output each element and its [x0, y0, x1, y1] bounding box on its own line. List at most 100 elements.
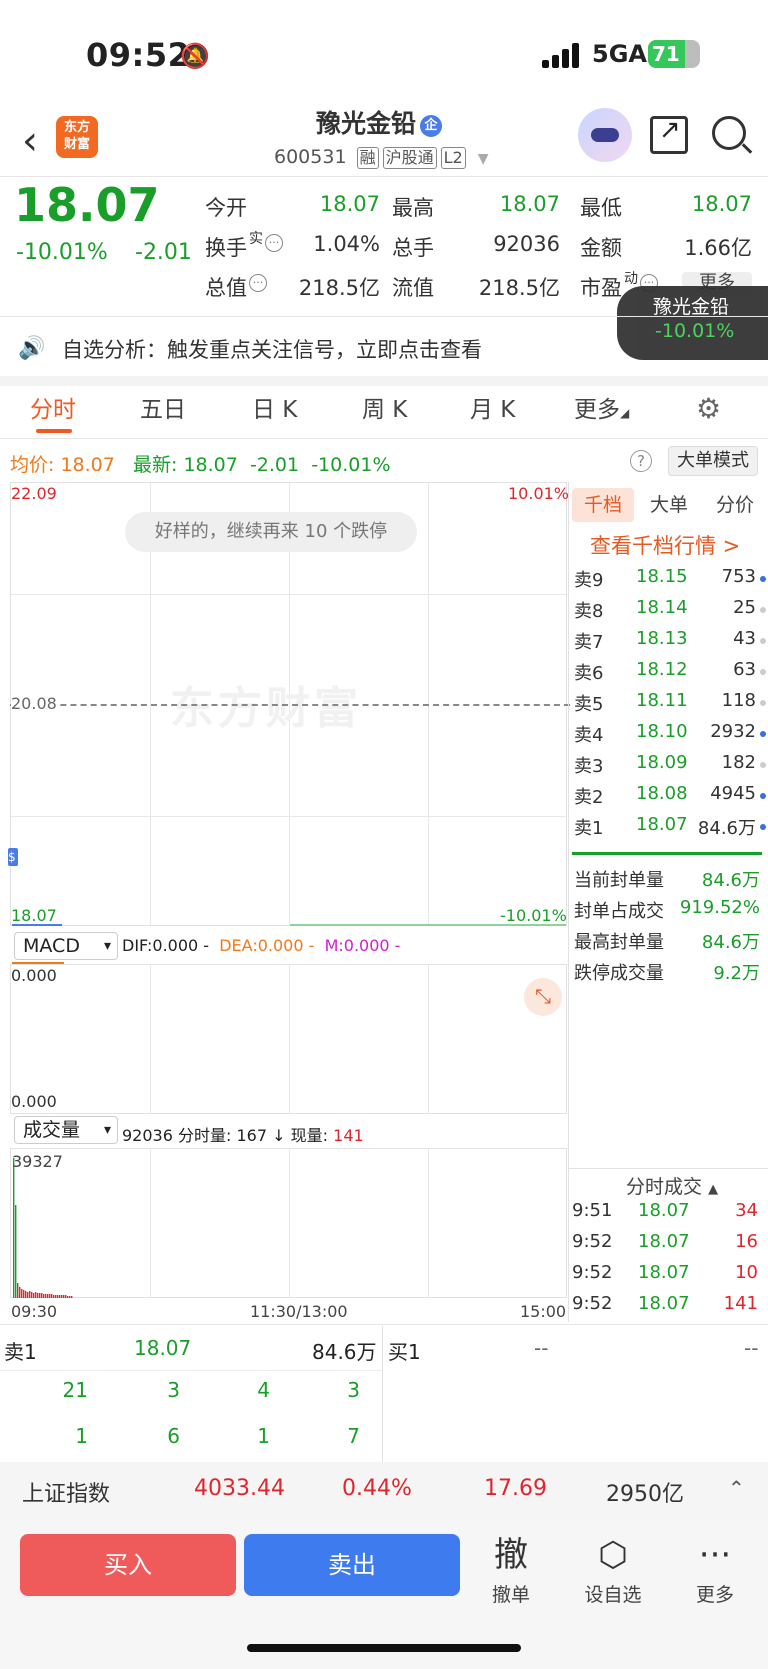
status-dot	[760, 793, 766, 799]
change-pct: -10.01%	[16, 240, 108, 265]
stat-label: 最高	[392, 196, 434, 220]
big-order-mode-button[interactable]: 大单模式	[668, 446, 758, 476]
queue-order-volume: 1	[75, 1424, 88, 1448]
stat-label: 金额	[580, 236, 622, 260]
trade-time: 9:51	[572, 1200, 613, 1221]
macd-selector[interactable]: MACD	[14, 932, 118, 960]
level-label: 卖4	[574, 725, 604, 746]
status-dot	[760, 700, 766, 706]
tab-more[interactable]: 更多◢	[574, 390, 629, 424]
seal-label: 当前封单量	[574, 870, 664, 891]
level-volume: 84.6万	[697, 818, 756, 839]
order-level-row[interactable]: 卖1 18.07 84.6万	[572, 814, 768, 844]
tab-price-distribution[interactable]: 分价	[704, 488, 766, 522]
cancel-order-button[interactable]: 撤撤单	[476, 1536, 546, 1607]
level-volume: 25	[733, 597, 756, 618]
order-level-row[interactable]: 卖6 18.12 63	[572, 659, 768, 689]
time-axis-mid: 11:30/13:00	[250, 1302, 348, 1321]
volume-selector[interactable]: 成交量	[14, 1116, 118, 1144]
price-axis-bottom: 18.07	[11, 906, 57, 925]
trade-volume: 141	[723, 1293, 758, 1314]
stock-code-line[interactable]: 600531 融沪股通 L2 ▼	[274, 146, 489, 169]
order-level-row[interactable]: 卖9 18.15 753	[572, 566, 768, 596]
limit-down-toast: 好样的，继续再来 10 个跌停	[125, 512, 417, 552]
buy-button[interactable]: 买入	[20, 1534, 236, 1596]
volume-values: 92036 分时量: 167 ↓ 现量: 141	[122, 1126, 364, 1145]
avg-price-line: 均价: 18.07 最新: 18.07 -2.01 -10.01%	[10, 454, 391, 476]
status-dot	[760, 607, 766, 613]
trade-time: 9:52	[572, 1293, 613, 1314]
queue-order-volume: 3	[347, 1378, 360, 1402]
tab-monthly-k[interactable]: 月 K	[470, 390, 515, 424]
sell-button[interactable]: 卖出	[244, 1534, 460, 1596]
gear-icon[interactable]: ⚙	[696, 392, 721, 425]
level-label: 卖3	[574, 756, 604, 777]
price-line	[12, 924, 62, 926]
volume-bar	[21, 1289, 23, 1298]
tab-daily-k[interactable]: 日 K	[252, 390, 297, 424]
volume-bar	[23, 1290, 25, 1298]
index-ticker[interactable]: 上证指数 4033.44 0.44% 17.69 2950亿 ⌃	[0, 1462, 768, 1522]
buy1-volume: --	[744, 1336, 759, 1360]
trades-header[interactable]: 分时成交 ▲	[626, 1172, 718, 1199]
order-level-row[interactable]: 卖5 18.11 118	[572, 690, 768, 720]
sell1-price: 18.07	[134, 1336, 192, 1360]
level-price: 18.07	[636, 814, 688, 835]
help-icon[interactable]: ?	[630, 450, 652, 472]
pct-axis-bottom: -10.01%	[500, 906, 567, 925]
stat-value: 18.07	[319, 192, 380, 216]
limit-line	[290, 924, 566, 926]
volume-bar	[15, 1205, 17, 1298]
trade-time: 9:52	[572, 1262, 613, 1283]
tag-hk-connect: 沪股通	[382, 147, 437, 169]
status-dot	[760, 669, 766, 675]
clock: 09:52	[86, 36, 191, 74]
tab-intraday[interactable]: 分时	[30, 390, 76, 424]
macd-values: DIF:0.000 - DEA:0.000 - M:0.000 -	[122, 936, 401, 955]
volume-bar	[37, 1293, 39, 1298]
stock-name: 豫光金铅企	[316, 104, 443, 140]
tab-thousand-levels[interactable]: 千档	[572, 488, 634, 522]
share-icon[interactable]	[650, 115, 688, 154]
order-level-row[interactable]: 卖7 18.13 43	[572, 628, 768, 658]
macd-axis-bottom: 0.000	[11, 1092, 57, 1111]
tab-big-orders[interactable]: 大单	[638, 488, 700, 522]
assistant-robot-icon[interactable]	[578, 108, 632, 162]
level-label: 卖5	[574, 694, 604, 715]
volume-bar	[67, 1296, 69, 1298]
search-icon[interactable]	[712, 116, 746, 150]
more-actions-button[interactable]: ··· 更多	[680, 1536, 750, 1607]
floating-stock-card[interactable]: 豫光金铅 -10.01%	[617, 286, 768, 360]
analysis-announcement[interactable]: 自选分析：触发重点关注信号，立即点击查看	[62, 334, 482, 364]
status-dot	[760, 731, 766, 737]
level-price: 18.10	[636, 721, 688, 742]
price-axis-top: 22.09	[11, 484, 57, 503]
stat-value: 18.07	[691, 192, 752, 216]
trade-price: 18.07	[638, 1262, 690, 1283]
level-label: 卖8	[574, 601, 604, 622]
expand-icon[interactable]: ⤡	[524, 978, 562, 1016]
tab-five-day[interactable]: 五日	[140, 390, 186, 424]
order-level-row[interactable]: 卖3 18.09 182	[572, 752, 768, 782]
volume-bar	[47, 1294, 49, 1298]
stat-label: 总值	[205, 276, 247, 300]
trade-volume: 34	[735, 1200, 758, 1221]
volume-bar	[51, 1294, 53, 1298]
level-label: 卖1	[574, 818, 604, 839]
battery-icon: 71	[648, 40, 700, 68]
tab-weekly-k[interactable]: 周 K	[362, 390, 407, 424]
more-dots-icon: ···	[698, 1535, 732, 1575]
trade-price: 18.07	[638, 1200, 690, 1221]
volume-axis-max: 39327	[12, 1152, 63, 1171]
index-name: 上证指数	[22, 1482, 111, 1507]
add-watchlist-button[interactable]: ⬡ 设自选	[578, 1536, 648, 1607]
view-thousand-levels-link[interactable]: 查看千档行情 >	[590, 530, 740, 560]
level-volume: 43	[733, 628, 756, 649]
status-dot	[760, 576, 766, 582]
order-level-row[interactable]: 卖8 18.14 25	[572, 597, 768, 627]
back-icon[interactable]: ‹	[22, 118, 38, 164]
trade-volume: 16	[735, 1231, 758, 1252]
order-level-row[interactable]: 卖2 18.08 4945	[572, 783, 768, 813]
tag-margin: 融	[356, 147, 379, 169]
order-level-row[interactable]: 卖4 18.10 2932	[572, 721, 768, 751]
